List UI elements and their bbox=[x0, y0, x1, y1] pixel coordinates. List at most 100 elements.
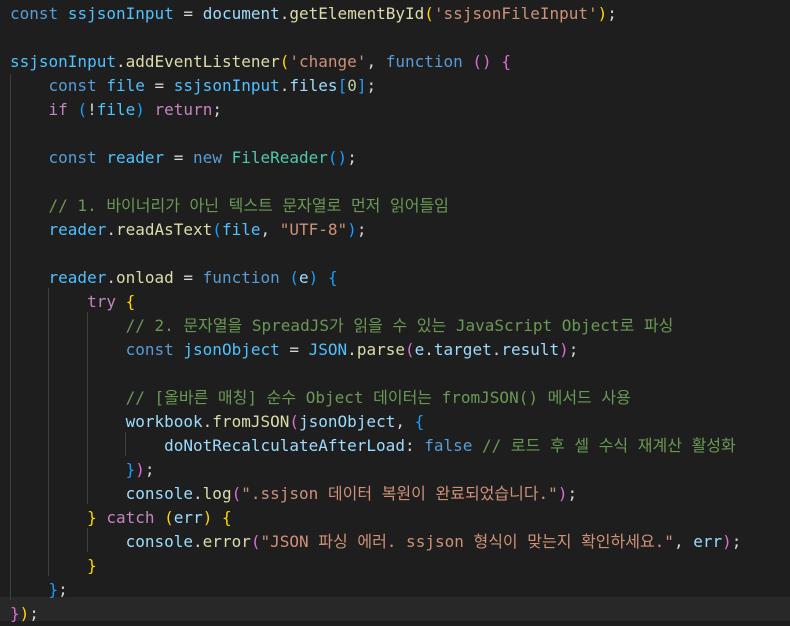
code-token: ) bbox=[202, 508, 213, 527]
code-token: ; bbox=[568, 340, 579, 359]
code-token: ! bbox=[87, 100, 97, 119]
code-token: , bbox=[260, 220, 280, 239]
code-token: { bbox=[327, 268, 338, 287]
code-line: } catch (err) { bbox=[10, 506, 232, 530]
code-line: if (!file) return; bbox=[10, 98, 222, 122]
code-token: JSON bbox=[308, 340, 348, 359]
code-token: ) bbox=[347, 220, 357, 239]
code-token: ; bbox=[607, 4, 617, 23]
code-token: ) bbox=[135, 460, 145, 479]
code-line: const jsonObject = JSON.parse(e.target.r… bbox=[10, 338, 579, 362]
code-token: onload bbox=[115, 268, 174, 287]
code-token: = bbox=[164, 148, 194, 167]
code-token: . bbox=[279, 4, 290, 23]
code-token: ) bbox=[308, 268, 319, 287]
code-token: . bbox=[106, 220, 116, 239]
code-token: ( bbox=[289, 268, 300, 287]
code-token: 'change' bbox=[289, 52, 367, 71]
code-token: reader bbox=[48, 268, 107, 287]
code-line: }); bbox=[10, 602, 39, 626]
code-token: ) bbox=[135, 100, 145, 119]
code-token: 'ssjsonFileInput' bbox=[433, 4, 598, 23]
code-line: reader.readAsText(file, "UTF-8"); bbox=[10, 218, 367, 242]
code-token: ) bbox=[597, 4, 608, 23]
code-token: result bbox=[501, 340, 560, 359]
code-token: err bbox=[693, 532, 723, 551]
code-token: ; bbox=[29, 604, 39, 623]
code-token: error bbox=[202, 532, 251, 551]
code-token: // 로드 후 셀 수식 재계산 활성화 bbox=[482, 436, 736, 455]
code-token: ( bbox=[231, 484, 242, 503]
code-token: . bbox=[424, 340, 434, 359]
code-line: const ssjsonInput = document.getElementB… bbox=[10, 2, 617, 26]
code-token: ( bbox=[424, 4, 434, 23]
code-token: const bbox=[48, 76, 97, 95]
code-token: : bbox=[404, 436, 425, 455]
code-token: () bbox=[327, 148, 348, 167]
code-token: ( bbox=[279, 52, 290, 71]
code-token: = bbox=[144, 76, 174, 95]
code-token: { bbox=[501, 52, 511, 71]
code-token: log bbox=[202, 484, 232, 503]
code-token: "UTF-8" bbox=[279, 220, 348, 239]
code-token: } bbox=[87, 556, 97, 575]
code-token: ) bbox=[19, 604, 30, 623]
code-token: // [올바른 매칭] 순수 Object 데이터는 fromJSON() 메서… bbox=[125, 388, 631, 407]
code-token: ( bbox=[404, 340, 415, 359]
code-token: = bbox=[173, 268, 203, 287]
code-token: file bbox=[96, 100, 136, 119]
code-token: catch bbox=[106, 508, 155, 527]
code-token: e bbox=[414, 340, 425, 359]
code-token: ( bbox=[164, 508, 174, 527]
code-token: ; bbox=[212, 100, 222, 119]
code-line: // [올바른 매칭] 순수 Object 데이터는 fromJSON() 메서… bbox=[10, 386, 631, 410]
code-token: () bbox=[472, 52, 492, 71]
code-token: ; bbox=[567, 484, 578, 503]
code-token: "JSON 파싱 에러. ssjson 형식이 맞는지 확인하세요." bbox=[260, 532, 674, 551]
code-token: ; bbox=[366, 76, 377, 95]
code-line: console.error("JSON 파싱 에러. ssjson 형식이 맞는… bbox=[10, 530, 742, 554]
code-token: = bbox=[279, 340, 309, 359]
code-token: file bbox=[221, 220, 261, 239]
code-token: function bbox=[385, 52, 463, 71]
code-token: } bbox=[125, 460, 136, 479]
code-token: target bbox=[433, 340, 492, 359]
code-editor[interactable]: const ssjsonInput = document.getElementB… bbox=[0, 0, 790, 623]
code-token: getElementById bbox=[289, 4, 425, 23]
code-token: err bbox=[173, 508, 203, 527]
code-token: } bbox=[87, 508, 97, 527]
code-token: // 1. 바이너리가 아닌 텍스트 문자열로 먼저 읽어들임 bbox=[48, 196, 449, 215]
code-token: return bbox=[154, 100, 213, 119]
code-token: . bbox=[106, 268, 116, 287]
code-token: ".ssjson 데이터 복원이 완료되었습니다." bbox=[241, 484, 558, 503]
code-token: , bbox=[366, 52, 386, 71]
code-token: console bbox=[125, 532, 194, 551]
code-token: . bbox=[279, 76, 290, 95]
code-token: { bbox=[125, 292, 136, 311]
code-token: const bbox=[125, 340, 174, 359]
code-token: . bbox=[193, 532, 203, 551]
code-line: console.log(".ssjson 데이터 복원이 완료되었습니다."); bbox=[10, 482, 578, 506]
code-token: . bbox=[347, 340, 357, 359]
code-line: } bbox=[10, 554, 97, 578]
code-token: [ bbox=[337, 76, 348, 95]
code-token: , bbox=[673, 532, 694, 551]
